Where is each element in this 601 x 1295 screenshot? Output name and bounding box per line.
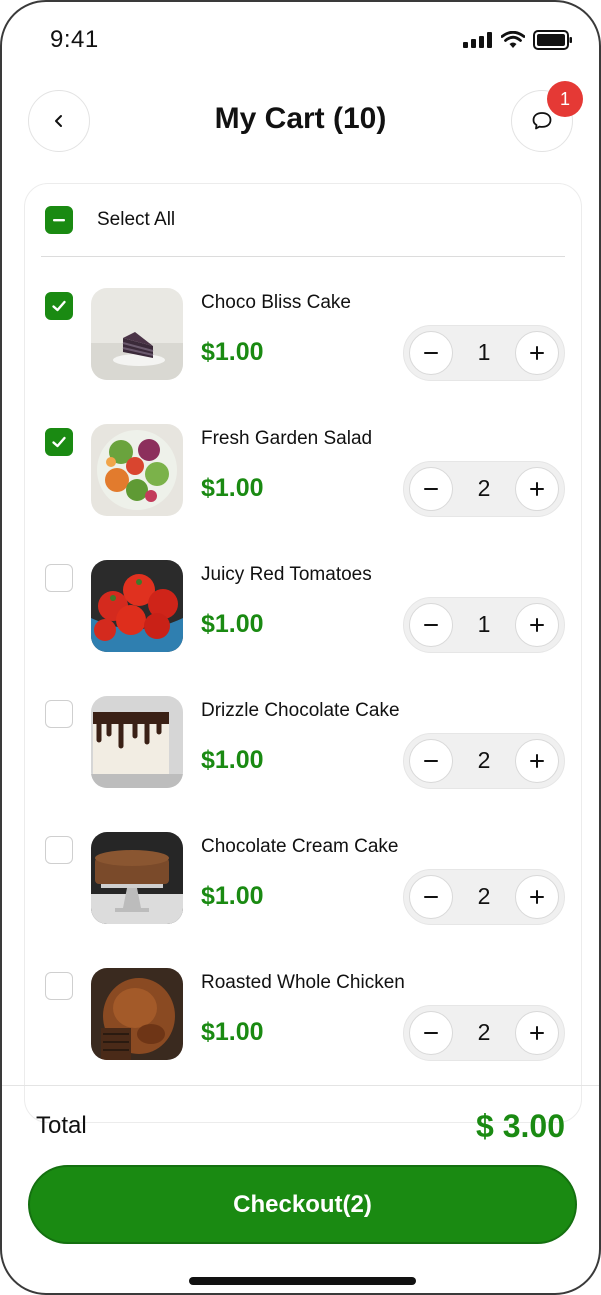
decrease-button[interactable]: [409, 875, 453, 919]
divider: [41, 256, 565, 257]
item-price: $1.00: [201, 1018, 264, 1046]
plus-icon: [530, 482, 544, 496]
quantity-value: 1: [477, 611, 491, 637]
decrease-button[interactable]: [409, 467, 453, 511]
decrease-button[interactable]: [409, 739, 453, 783]
quantity-stepper: 2: [403, 1005, 565, 1061]
decrease-button[interactable]: [409, 1011, 453, 1055]
item-checkbox[interactable]: [45, 700, 73, 728]
plus-icon: [530, 346, 544, 360]
footer-divider: [2, 1085, 599, 1086]
item-checkbox[interactable]: [45, 428, 73, 456]
quantity-value: 2: [477, 883, 491, 909]
plus-icon: [530, 890, 544, 904]
decrease-button[interactable]: [409, 603, 453, 647]
cart-item: Juicy Red Tomatoes $1.00 1: [25, 560, 581, 653]
item-price: $1.00: [201, 610, 264, 638]
minus-icon: [53, 219, 65, 222]
item-checkbox[interactable]: [45, 972, 73, 1000]
item-checkbox[interactable]: [45, 292, 73, 320]
item-checkbox[interactable]: [45, 836, 73, 864]
select-all-row[interactable]: Select All: [45, 206, 175, 234]
cart-item: Roasted Whole Chicken $1.00 2: [25, 968, 581, 1061]
quantity-stepper: 2: [403, 869, 565, 925]
item-name: Roasted Whole Chicken: [201, 972, 405, 993]
item-name: Fresh Garden Salad: [201, 428, 373, 449]
cart-item: Drizzle Chocolate Cake $1.00 2: [25, 696, 581, 789]
item-name: Juicy Red Tomatoes: [201, 564, 372, 585]
total-value: $ 3.00: [476, 1108, 565, 1144]
minus-icon: [424, 896, 438, 898]
select-all-label: Select All: [97, 209, 176, 230]
item-price: $1.00: [201, 338, 264, 366]
quantity-stepper: 1: [403, 597, 565, 653]
plus-icon: [530, 1026, 544, 1040]
minus-icon: [424, 488, 438, 490]
minus-icon: [424, 352, 438, 354]
cake-slice-image: [91, 288, 183, 380]
quantity-value: 2: [477, 747, 491, 773]
quantity-value: 1: [477, 339, 491, 365]
status-icons: [463, 30, 573, 50]
quantity-stepper: 2: [403, 733, 565, 789]
increase-button[interactable]: [515, 467, 559, 511]
increase-button[interactable]: [515, 603, 559, 647]
item-name: Drizzle Chocolate Cake: [201, 700, 400, 721]
salad-image: [91, 424, 183, 516]
home-indicator: [189, 1277, 416, 1285]
quantity-stepper: 2: [403, 461, 565, 517]
tomatoes-image: [91, 560, 183, 652]
signal-icon: [463, 32, 492, 48]
cart-item: Fresh Garden Salad $1.00 2: [25, 424, 581, 517]
minus-icon: [424, 1032, 438, 1034]
cart-item: Choco Bliss Cake $1.00 1: [25, 288, 581, 381]
item-checkbox[interactable]: [45, 564, 73, 592]
increase-button[interactable]: [515, 331, 559, 375]
quantity-value: 2: [477, 475, 491, 501]
decrease-button[interactable]: [409, 331, 453, 375]
item-price: $1.00: [201, 882, 264, 910]
check-icon: [52, 300, 66, 312]
plus-icon: [530, 754, 544, 768]
select-all-checkbox[interactable]: [45, 206, 73, 234]
increase-button[interactable]: [515, 875, 559, 919]
notification-badge: 1: [547, 81, 583, 117]
cart-item: Chocolate Cream Cake $1.00 2: [25, 832, 581, 925]
status-time: 9:41: [50, 26, 99, 53]
wifi-icon: [501, 31, 525, 48]
chat-bubble-icon: [532, 112, 552, 130]
phone-frame: 9:41 My Cart (10) 1 Select All Choco Bli…: [0, 0, 601, 1295]
roasted-chicken-image: [91, 968, 183, 1060]
minus-icon: [424, 760, 438, 762]
cart-list: Select All Choco Bliss Cake $1.00 1 Fres…: [24, 183, 582, 1123]
quantity-stepper: 1: [403, 325, 565, 381]
minus-icon: [424, 624, 438, 626]
item-price: $1.00: [201, 746, 264, 774]
item-price: $1.00: [201, 474, 264, 502]
drip-cake-image: [91, 696, 183, 788]
item-name: Choco Bliss Cake: [201, 292, 351, 313]
increase-button[interactable]: [515, 1011, 559, 1055]
total-label: Total: [36, 1112, 87, 1139]
check-icon: [52, 436, 66, 448]
item-name: Chocolate Cream Cake: [201, 836, 399, 857]
battery-icon: [533, 30, 572, 50]
quantity-value: 2: [477, 1019, 491, 1045]
plus-icon: [530, 618, 544, 632]
increase-button[interactable]: [515, 739, 559, 783]
chocolate-cake-image: [91, 832, 183, 924]
checkout-button[interactable]: Checkout(2): [28, 1165, 577, 1244]
page-title: My Cart (10): [214, 102, 387, 135]
